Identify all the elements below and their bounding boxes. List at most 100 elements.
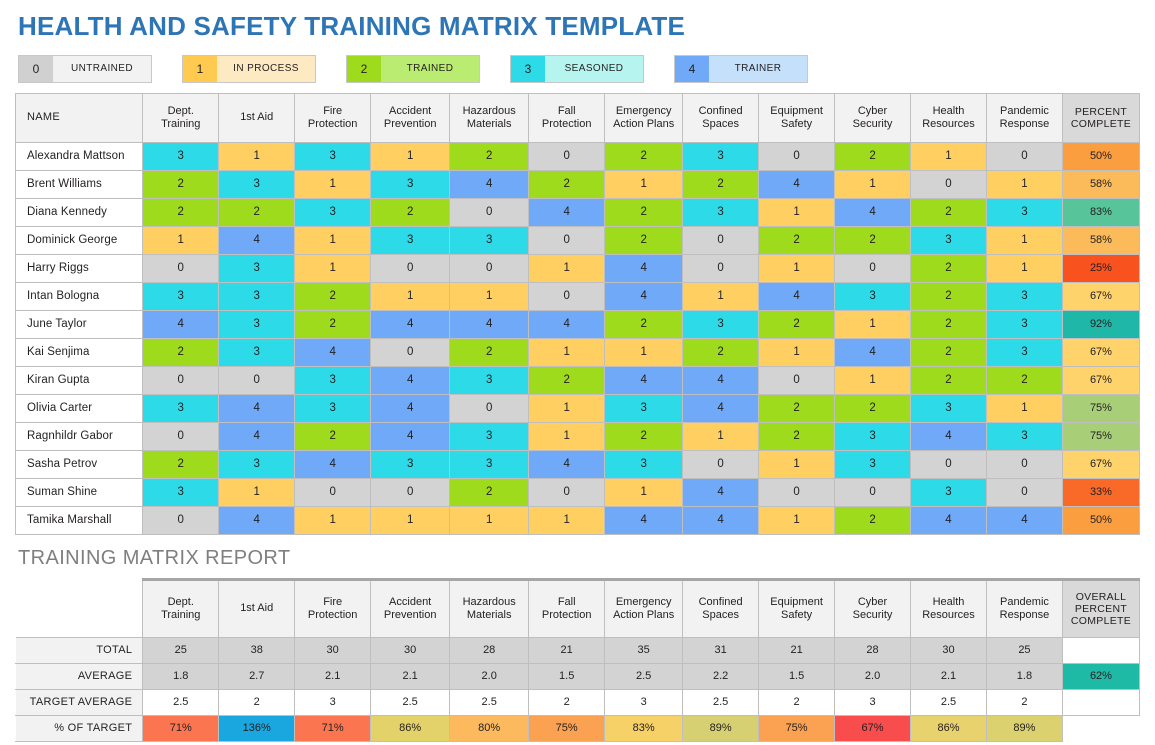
- score-cell[interactable]: 4: [142, 309, 220, 339]
- score-cell[interactable]: 2: [985, 365, 1063, 395]
- score-cell[interactable]: 2: [142, 197, 220, 227]
- score-cell[interactable]: 4: [604, 365, 684, 395]
- score-cell[interactable]: 2: [682, 337, 760, 367]
- score-cell[interactable]: 1: [528, 393, 606, 423]
- score-cell[interactable]: 2: [758, 309, 836, 339]
- score-cell[interactable]: 2: [604, 309, 684, 339]
- score-cell[interactable]: 1: [218, 477, 296, 507]
- score-cell[interactable]: 4: [834, 337, 912, 367]
- score-cell[interactable]: 2: [370, 197, 451, 227]
- score-cell[interactable]: 3: [985, 281, 1063, 311]
- score-cell[interactable]: 3: [449, 421, 530, 451]
- score-cell[interactable]: 3: [910, 225, 987, 255]
- score-cell[interactable]: 2: [142, 337, 220, 367]
- score-cell[interactable]: 4: [294, 337, 372, 367]
- score-cell[interactable]: 2: [758, 393, 836, 423]
- score-cell[interactable]: 2: [758, 421, 836, 451]
- score-cell[interactable]: 2: [682, 169, 760, 199]
- score-cell[interactable]: 1: [528, 253, 606, 283]
- score-cell[interactable]: 2: [449, 477, 530, 507]
- score-cell[interactable]: 2: [449, 337, 530, 367]
- score-cell[interactable]: 4: [758, 169, 836, 199]
- score-cell[interactable]: 2: [910, 197, 987, 227]
- score-cell[interactable]: 1: [682, 421, 760, 451]
- score-cell[interactable]: 0: [370, 253, 451, 283]
- score-cell[interactable]: 4: [370, 393, 451, 423]
- score-cell[interactable]: 1: [370, 281, 451, 311]
- score-cell[interactable]: 4: [218, 393, 296, 423]
- score-cell[interactable]: 3: [218, 337, 296, 367]
- score-cell[interactable]: 0: [142, 253, 220, 283]
- score-cell[interactable]: 1: [985, 225, 1063, 255]
- score-cell[interactable]: 1: [142, 225, 220, 255]
- score-cell[interactable]: 4: [910, 505, 987, 535]
- score-cell[interactable]: 3: [370, 225, 451, 255]
- score-cell[interactable]: 0: [449, 253, 530, 283]
- score-cell[interactable]: 3: [142, 141, 220, 171]
- score-cell[interactable]: 0: [449, 197, 530, 227]
- score-cell[interactable]: 0: [528, 477, 606, 507]
- score-cell[interactable]: 4: [604, 281, 684, 311]
- score-cell[interactable]: 0: [834, 253, 912, 283]
- score-cell[interactable]: 3: [985, 309, 1063, 339]
- score-cell[interactable]: 1: [682, 281, 760, 311]
- score-cell[interactable]: 0: [758, 477, 836, 507]
- score-cell[interactable]: 2: [604, 421, 684, 451]
- score-cell[interactable]: 0: [985, 449, 1063, 479]
- score-cell[interactable]: 4: [682, 505, 760, 535]
- score-cell[interactable]: 2: [449, 141, 530, 171]
- score-cell[interactable]: 1: [758, 337, 836, 367]
- score-cell[interactable]: 1: [985, 169, 1063, 199]
- score-cell[interactable]: 1: [604, 477, 684, 507]
- score-cell[interactable]: 2: [910, 253, 987, 283]
- score-cell[interactable]: 1: [294, 169, 372, 199]
- score-cell[interactable]: 0: [142, 505, 220, 535]
- score-cell[interactable]: 3: [449, 365, 530, 395]
- score-cell[interactable]: 3: [910, 393, 987, 423]
- score-cell[interactable]: 0: [910, 169, 987, 199]
- score-cell[interactable]: 3: [218, 309, 296, 339]
- score-cell[interactable]: 1: [834, 365, 912, 395]
- score-cell[interactable]: 2: [142, 449, 220, 479]
- score-cell[interactable]: 0: [985, 477, 1063, 507]
- score-cell[interactable]: 2: [834, 505, 912, 535]
- score-cell[interactable]: 0: [294, 477, 372, 507]
- score-cell[interactable]: 4: [449, 169, 530, 199]
- score-cell[interactable]: 3: [370, 449, 451, 479]
- score-cell[interactable]: 3: [682, 141, 760, 171]
- score-cell[interactable]: 0: [218, 365, 296, 395]
- score-cell[interactable]: 1: [834, 309, 912, 339]
- score-cell[interactable]: 3: [218, 169, 296, 199]
- score-cell[interactable]: 4: [294, 449, 372, 479]
- score-cell[interactable]: 3: [294, 141, 372, 171]
- score-cell[interactable]: 0: [528, 281, 606, 311]
- score-cell[interactable]: 0: [528, 225, 606, 255]
- score-cell[interactable]: 4: [449, 309, 530, 339]
- score-cell[interactable]: 0: [758, 141, 836, 171]
- score-cell[interactable]: 2: [834, 225, 912, 255]
- score-cell[interactable]: 0: [449, 393, 530, 423]
- score-cell[interactable]: 3: [294, 393, 372, 423]
- score-cell[interactable]: 0: [370, 477, 451, 507]
- score-cell[interactable]: 3: [449, 449, 530, 479]
- score-cell[interactable]: 4: [604, 253, 684, 283]
- score-cell[interactable]: 4: [985, 505, 1063, 535]
- score-cell[interactable]: 0: [142, 365, 220, 395]
- score-cell[interactable]: 0: [682, 225, 760, 255]
- score-cell[interactable]: 1: [985, 393, 1063, 423]
- score-cell[interactable]: 1: [528, 337, 606, 367]
- score-cell[interactable]: 3: [604, 449, 684, 479]
- score-cell[interactable]: 2: [910, 281, 987, 311]
- score-cell[interactable]: 3: [985, 197, 1063, 227]
- score-cell[interactable]: 1: [528, 505, 606, 535]
- score-cell[interactable]: 2: [294, 281, 372, 311]
- score-cell[interactable]: 2: [910, 309, 987, 339]
- score-cell[interactable]: 3: [218, 449, 296, 479]
- score-cell[interactable]: 4: [528, 309, 606, 339]
- score-cell[interactable]: 4: [218, 505, 296, 535]
- score-cell[interactable]: 4: [528, 449, 606, 479]
- score-cell[interactable]: 3: [449, 225, 530, 255]
- score-cell[interactable]: 3: [218, 281, 296, 311]
- score-cell[interactable]: 1: [834, 169, 912, 199]
- score-cell[interactable]: 0: [370, 337, 451, 367]
